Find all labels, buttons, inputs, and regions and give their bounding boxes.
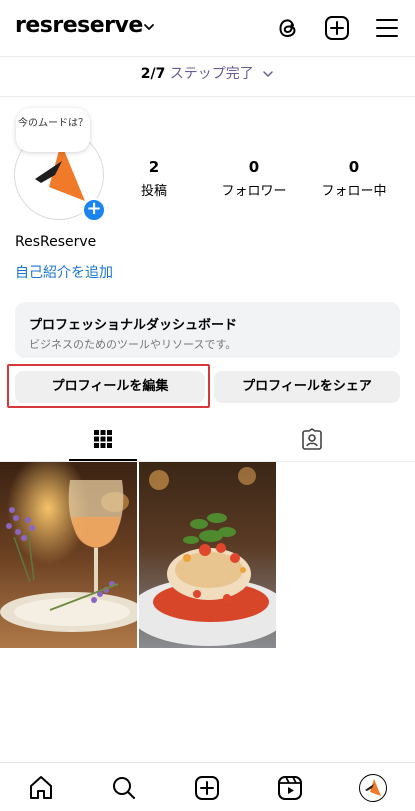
reels-icon[interactable] bbox=[276, 774, 304, 802]
followers-stat[interactable]: 0 フォロワー bbox=[204, 158, 304, 199]
tagged-person-icon bbox=[302, 428, 322, 450]
plus-square-icon[interactable] bbox=[323, 14, 351, 42]
chevron-down-icon[interactable] bbox=[142, 20, 156, 34]
post-thumbnail-dish[interactable] bbox=[139, 462, 276, 648]
wine-photo-image bbox=[0, 462, 137, 648]
profile-tab-avatar[interactable] bbox=[359, 774, 387, 802]
menu-icon[interactable] bbox=[373, 14, 401, 42]
bottom-nav-divider bbox=[0, 762, 415, 763]
share-profile-button[interactable]: プロフィールをシェア bbox=[214, 371, 400, 403]
followers-count: 0 bbox=[248, 158, 260, 176]
dashboard-subtitle: ビジネスのためのツールやリソースです。 bbox=[29, 338, 237, 351]
posts-stat[interactable]: 2 投稿 bbox=[104, 158, 204, 199]
following-stat[interactable]: 0 フォロー中 bbox=[304, 158, 404, 199]
followers-label: フォロワー bbox=[221, 184, 287, 199]
chevron-down-icon bbox=[263, 71, 273, 78]
display-name: ResReserve bbox=[15, 234, 97, 250]
highlight-annotation-box bbox=[7, 364, 210, 408]
profile-steps-progress[interactable]: 2/7 ステップ完了 bbox=[0, 63, 415, 85]
grid-icon bbox=[94, 430, 112, 448]
post-thumbnail-wine[interactable] bbox=[0, 462, 137, 648]
posts-count: 2 bbox=[148, 158, 160, 176]
header-divider bbox=[0, 56, 415, 57]
add-bio-link[interactable]: 自己紹介を追加 bbox=[15, 262, 113, 282]
search-icon[interactable] bbox=[110, 774, 138, 802]
steps-divider bbox=[0, 96, 415, 97]
top-bar: resreserve bbox=[0, 0, 415, 56]
create-icon[interactable] bbox=[193, 774, 221, 802]
steps-label: ステップ完了 bbox=[169, 66, 254, 82]
tab-tagged[interactable] bbox=[208, 420, 415, 462]
posts-label: 投稿 bbox=[140, 184, 167, 199]
home-icon[interactable] bbox=[27, 774, 55, 802]
resreserve-logo-icon bbox=[365, 779, 381, 796]
dashboard-title: プロフェッショナルダッシュボード bbox=[29, 318, 238, 333]
following-label: フォロー中 bbox=[321, 184, 387, 199]
dish-photo-image bbox=[139, 462, 276, 648]
account-username[interactable]: resreserve bbox=[15, 13, 143, 38]
steps-count: 2/7 bbox=[140, 66, 166, 82]
add-story-icon[interactable]: + bbox=[82, 198, 106, 222]
mood-note-bubble[interactable]: 今のムードは？ bbox=[16, 108, 90, 152]
following-count: 0 bbox=[348, 158, 360, 176]
professional-dashboard-card[interactable]: プロフェッショナルダッシュボード ビジネスのためのツールやリソースです。 bbox=[15, 302, 400, 358]
tab-posts-grid[interactable] bbox=[0, 420, 207, 462]
threads-icon[interactable] bbox=[274, 14, 302, 42]
